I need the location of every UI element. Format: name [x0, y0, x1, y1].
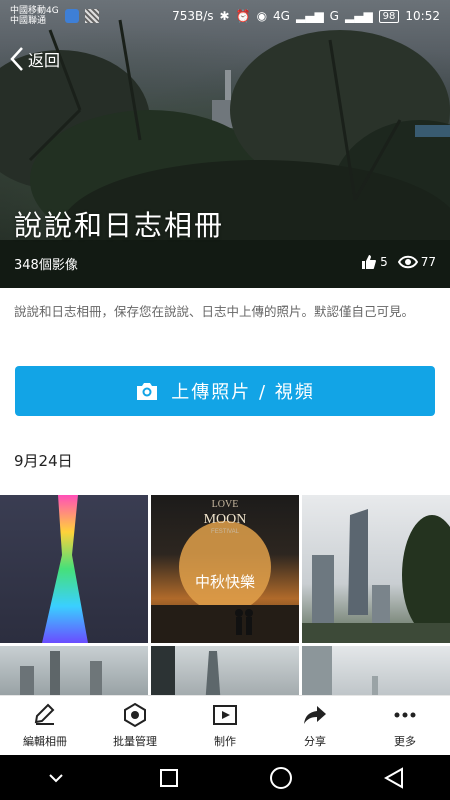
more-icon — [394, 712, 416, 718]
more-label: 更多 — [394, 735, 416, 748]
nav-back-button[interactable] — [374, 758, 414, 798]
album-cover: 中國移動4G 中國聯通 753B/s ✱ ⏰ ◉ 4G ▂▄▆ G ▂▄▆ 98… — [0, 0, 450, 288]
album-description: 說說和日志相冊，保存您在說說、日志中上傳的照片。默認僅自己可見。 — [14, 304, 415, 319]
date-header: 9月24日 — [14, 452, 73, 470]
likes-count: 5 — [380, 255, 388, 269]
city-photo — [20, 651, 102, 695]
share-button[interactable]: 分享 — [270, 696, 360, 755]
photo-grid: LOVE MOON FESTIVAL 中秋快樂 — [0, 495, 450, 695]
photo-thumbnail[interactable] — [0, 646, 148, 695]
nav-home-button[interactable] — [261, 758, 301, 798]
carrier-info: 中國移動4G 中國聯通 — [10, 6, 59, 26]
nav-recents-button[interactable] — [149, 758, 189, 798]
carrier-primary: 中國移動4G — [10, 6, 59, 16]
bluetooth-icon: ✱ — [219, 9, 230, 23]
chevron-down-icon — [49, 773, 63, 782]
share-icon — [304, 706, 326, 724]
poster-line-4: 中秋快樂 — [195, 573, 255, 591]
square-icon — [159, 768, 178, 787]
eye-icon — [397, 255, 418, 269]
photo-count: 348個影像 — [14, 258, 78, 273]
poster-line-3: FESTIVAL — [211, 529, 240, 535]
likes-stat[interactable]: 5 — [361, 254, 388, 270]
qr-notification-icon — [84, 9, 99, 23]
upload-label: 上傳照片 / 視頻 — [171, 382, 315, 403]
edit-icon — [34, 703, 55, 725]
views-stat: 77 — [397, 255, 436, 269]
back-label: 返回 — [28, 51, 61, 70]
status-bar: 中國移動4G 中國聯通 753B/s ✱ ⏰ ◉ 4G ▂▄▆ G ▂▄▆ 98… — [0, 0, 450, 32]
building-photo — [302, 646, 378, 695]
batch-manage-label: 批量管理 — [113, 735, 157, 748]
album-title: 說說和日志相冊 — [14, 209, 225, 242]
triangle-back-icon — [383, 766, 403, 789]
eye-comfort-icon: ◉ — [256, 9, 268, 23]
network-type-secondary: G — [329, 9, 339, 23]
network-speed: 753B/s — [172, 9, 214, 23]
photo-thumbnail[interactable]: LOVE MOON FESTIVAL 中秋快樂 — [151, 495, 299, 643]
nav-down-button[interactable] — [36, 758, 76, 798]
batch-icon — [124, 702, 146, 728]
thumbs-up-icon — [362, 255, 377, 269]
poster-line-1: LOVE — [212, 499, 239, 510]
skyscraper-photo — [302, 509, 450, 643]
mid-autumn-poster: LOVE MOON FESTIVAL 中秋快樂 — [151, 499, 299, 643]
more-button[interactable]: 更多 — [360, 696, 450, 755]
back-button[interactable]: 返回 — [10, 46, 60, 72]
signal-icon-2: ▂▄▆ — [344, 9, 373, 23]
photo-thumbnail[interactable] — [302, 646, 450, 695]
photo-thumbnail[interactable] — [151, 646, 299, 695]
photo-thumbnail[interactable] — [0, 495, 148, 643]
chevron-left-icon — [10, 47, 23, 71]
share-label: 分享 — [304, 735, 326, 748]
video-icon — [213, 705, 237, 725]
camera-icon — [137, 383, 158, 400]
battery-indicator: 98 — [378, 9, 400, 23]
cover-image — [0, 19, 450, 288]
signal-icon: ▂▄▆ — [295, 9, 324, 23]
tower-rain-photo — [151, 646, 221, 695]
upload-button[interactable]: 上傳照片 / 視頻 — [15, 366, 435, 416]
canton-tower-photo — [42, 495, 88, 643]
alarm-icon: ⏰ — [235, 9, 251, 23]
batch-manage-button[interactable]: 批量管理 — [90, 696, 180, 755]
carrier-secondary: 中國聯通 — [10, 16, 47, 26]
bottom-toolbar: 編輯相冊 批量管理 制作 分享 更多 — [0, 695, 450, 755]
views-count: 77 — [420, 255, 436, 269]
create-video-button[interactable]: 制作 — [180, 696, 270, 755]
network-type-label: 4G — [273, 9, 290, 23]
album-stats: 5 77 — [361, 254, 436, 270]
clock: 10:52 — [405, 9, 440, 23]
circle-icon — [270, 766, 293, 789]
app-notification-icon — [64, 9, 79, 23]
create-video-label: 制作 — [214, 735, 236, 748]
system-nav-bar — [0, 755, 450, 800]
photo-thumbnail[interactable] — [302, 495, 450, 643]
poster-line-2: MOON — [204, 512, 247, 527]
edit-album-label: 編輯相冊 — [23, 735, 67, 748]
edit-album-button[interactable]: 編輯相冊 — [0, 696, 90, 755]
